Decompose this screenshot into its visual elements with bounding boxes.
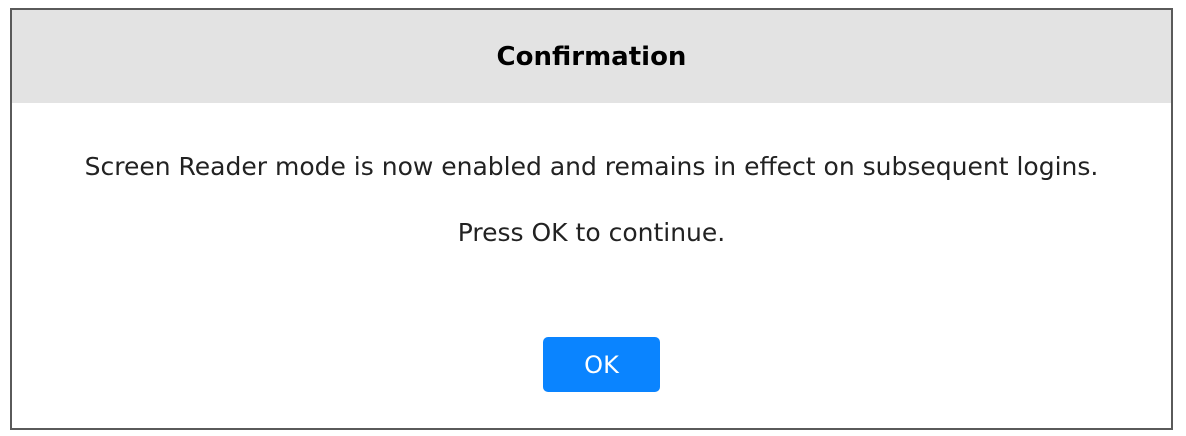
dialog-header: Confirmation — [12, 10, 1171, 103]
confirmation-dialog: Confirmation Screen Reader mode is now e… — [10, 8, 1173, 430]
dialog-title: Confirmation — [496, 41, 687, 72]
ok-button[interactable]: OK — [543, 337, 660, 392]
dialog-body: Screen Reader mode is now enabled and re… — [12, 103, 1171, 247]
dialog-message: Screen Reader mode is now enabled and re… — [84, 152, 1099, 181]
dialog-instruction: Press OK to continue. — [457, 218, 726, 247]
